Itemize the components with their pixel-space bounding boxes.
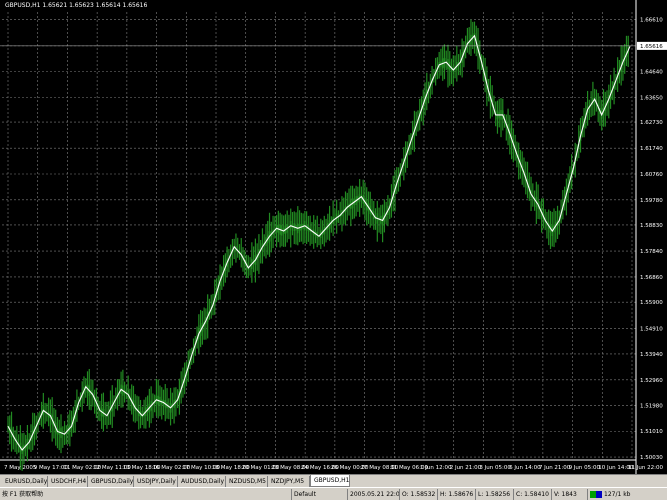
status-datetime: 2005.05.21 22:00 [347,489,399,500]
status-high: H: 1.58676 [437,489,475,500]
price-tick-label: 1.58830 [640,223,663,229]
tab-nzdusd-m5[interactable]: NZDUSD,M5 [226,476,268,487]
price-tick-label: 1.66610 [640,18,663,24]
price-tick-label: 1.53940 [640,352,663,358]
current-price-label: 1.65616 [640,44,663,50]
price-tick-label: 1.63650 [640,96,663,102]
price-tick-label: 1.54910 [640,326,663,332]
tab-usdjpy-daily[interactable]: USDJPY,Daily [134,476,178,487]
status-bar: 按 F1 获取帮助 Default 2005.05.21 22:00 O: 1.… [0,487,667,500]
tab-usdchf-h4[interactable]: USDCHF,H4 [48,476,88,487]
time-tick-label: 6 Jun 14:00 [509,465,541,471]
status-volume: V: 1843 [551,489,587,500]
price-tick-label: 1.52960 [640,378,663,384]
time-tick-label: 11 Jun 22:00 [628,465,663,471]
tab-gbpusd-daily[interactable]: GBPUSD,Daily [88,476,134,487]
status-open: O: 1.58532 [399,489,437,500]
status-traffic: 127/1 kb [587,489,667,500]
traffic-icon [590,491,602,498]
time-tick-label: 2 Jun 21:00 [450,465,482,471]
chart-header: GBPUSD,H1 1.65621 1.65623 1.65614 1.6561… [5,2,148,9]
time-tick-label: 1 Jun 12:00 [420,465,452,471]
price-tick-label: 1.61740 [640,146,663,152]
status-close: C: 1.58410 [513,489,551,500]
time-tick-label: 9 Jun 05:00 [569,465,601,471]
price-tick-label: 1.59780 [640,198,663,204]
price-tick-label: 1.55900 [640,300,663,306]
chart-tab-bar: EURUSD,Daily USDCHF,H4 GBPUSD,Daily USDJ… [0,474,667,487]
price-tick-label: 1.51010 [640,429,663,435]
traffic-value: 127/1 kb [604,491,631,498]
time-tick-label: 3 Jun 05:00 [479,465,511,471]
price-tick-label: 1.64640 [640,70,663,76]
tab-audusd-daily[interactable]: AUDUSD,Daily [178,476,226,487]
price-tick-label: 1.50030 [640,455,663,461]
price-tick-label: 1.56860 [640,275,663,281]
status-help-text: 按 F1 获取帮助 [2,491,44,498]
tab-eurusd-daily[interactable]: EURUSD,Daily [2,476,48,487]
price-tick-label: 1.60760 [640,172,663,178]
price-tick-label: 1.51980 [640,404,663,410]
price-chart[interactable]: 1.66610 1.65616 1.64640 1.63650 1.62730 1.617… [0,0,667,474]
time-tick-label: 7 Jun 21:00 [539,465,571,471]
status-profile: Default [291,489,347,500]
status-low: L: 1.58256 [475,489,513,500]
chart-window[interactable]: 1.66610 1.65616 1.64640 1.63650 1.62730 1.617… [0,0,667,474]
time-axis: 7 May 20059 May 17:0011 May 02:0012 May … [4,465,663,471]
tab-nzdjpy-m5[interactable]: NZDJPY,M5 [268,476,310,487]
price-tick-label: 1.62730 [640,120,663,126]
tab-gbpusd-h1[interactable]: GBPUSD,H1 [310,475,350,487]
price-tick-label: 1.57840 [640,249,663,255]
time-tick-label: 7 May 2005 [4,465,37,471]
